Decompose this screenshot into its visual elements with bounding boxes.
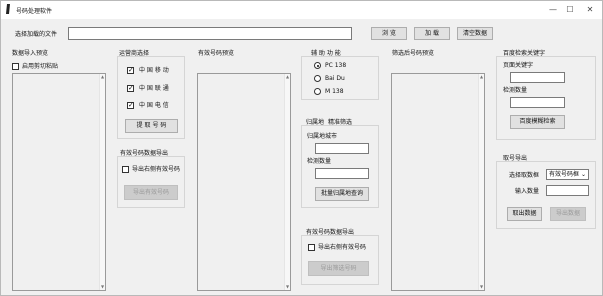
check-icon: ✓ (128, 101, 134, 109)
scroll-down-icon[interactable]: ▼ (100, 284, 105, 290)
source-label: 选择取数框 (509, 172, 540, 179)
carrier-checkbox-mobile[interactable]: ✓ (127, 66, 134, 74)
baidu-keyword-label: 页面关键字 (503, 62, 534, 69)
radio-selected-icon (316, 64, 319, 67)
close-icon[interactable]: ✕ (583, 4, 597, 15)
radio-baidu[interactable] (314, 75, 321, 82)
export-data-button[interactable]: 导出数据 (550, 207, 586, 221)
browse-button[interactable]: 浏 览 (371, 27, 407, 40)
valid-export-group (117, 156, 185, 208)
scroll-up-icon[interactable]: ▲ (100, 74, 105, 80)
file-label: 选择加载的文件 (15, 31, 58, 38)
chevron-down-icon: ⌄ (580, 171, 586, 178)
location-count-input[interactable] (315, 168, 369, 179)
source-select-value: 有效号码框 (549, 171, 580, 178)
import-preview-list[interactable]: ▲ ▼ (12, 73, 106, 291)
import-preview-title: 数据导入预览 (12, 50, 49, 57)
minimize-icon[interactable]: — (546, 4, 560, 15)
radio-label-pc138: PC 138 (325, 62, 347, 69)
valid-export-check-label: 导出右侧有效号码 (132, 166, 181, 173)
radio-label-baidu: Bai Du (325, 75, 345, 82)
city-label: 归属地城市 (307, 133, 338, 140)
city-input[interactable] (315, 143, 369, 154)
carrier-label-mobile: 中 国 移 动 (139, 67, 169, 74)
filter-export-group (301, 235, 379, 285)
take-data-button[interactable]: 取出数据 (507, 207, 542, 221)
scroll-up-icon[interactable]: ▲ (479, 74, 484, 80)
carrier-checkbox-unicom[interactable]: ✓ (127, 84, 134, 92)
file-path-input[interactable] (68, 27, 352, 40)
source-select[interactable]: 有效号码框 ⌄ (546, 169, 589, 180)
radio-label-m138: M 138 (325, 88, 344, 95)
baidu-count-label: 检测数量 (503, 87, 528, 94)
qty-input[interactable] (546, 185, 589, 196)
load-button[interactable]: 加 载 (414, 27, 450, 40)
export-valid-numbers-button[interactable]: 导出有效号码 (124, 185, 178, 200)
window-title: 号码处理软件 (16, 8, 53, 15)
extract-numbers-button[interactable]: 提 取 号 码 (125, 119, 178, 133)
clipboard-checkbox[interactable] (12, 63, 19, 70)
valid-preview-list[interactable]: ▲ ▼ (197, 73, 291, 291)
title-bar: 号码处理软件 — ☐ ✕ (1, 1, 602, 19)
clipboard-label: 启用剪切粘贴 (22, 63, 59, 70)
baidu-count-input[interactable] (510, 97, 565, 108)
qty-label: 输入数量 (515, 188, 540, 195)
clear-data-button[interactable]: 清空数据 (457, 27, 493, 40)
carrier-label-unicom: 中 国 联 通 (139, 85, 169, 92)
filter-export-checkbox[interactable] (308, 244, 315, 251)
scrollbar[interactable]: ▲ ▼ (284, 74, 290, 290)
filtered-preview-list[interactable]: ▲ ▼ (391, 73, 485, 291)
check-icon: ✓ (128, 66, 134, 74)
main-window: 号码处理软件 — ☐ ✕ 选择加载的文件 浏 览 加 载 清空数据 数据导入预览… (0, 0, 603, 296)
scroll-up-icon[interactable]: ▲ (285, 74, 290, 80)
filtered-preview-title: 筛选后号码预览 (392, 50, 435, 57)
baidu-fuzzy-search-button[interactable]: 百度模糊检索 (510, 115, 565, 129)
scroll-down-icon[interactable]: ▼ (285, 284, 290, 290)
valid-export-checkbox[interactable] (122, 166, 129, 173)
maximize-icon[interactable]: ☐ (563, 4, 577, 15)
app-icon (6, 4, 10, 14)
filter-export-check-label: 导出右侧有效号码 (318, 244, 367, 251)
check-icon: ✓ (128, 84, 134, 92)
location-count-label: 检测数量 (307, 158, 332, 165)
batch-location-query-button[interactable]: 批量归属地查询 (315, 187, 369, 201)
radio-pc138[interactable] (314, 62, 321, 69)
scroll-down-icon[interactable]: ▼ (479, 284, 484, 290)
radio-m138[interactable] (314, 88, 321, 95)
scrollbar[interactable]: ▲ ▼ (478, 74, 484, 290)
carrier-checkbox-telecom[interactable]: ✓ (127, 101, 134, 109)
export-filtered-numbers-button[interactable]: 导出筛选号码 (308, 261, 369, 276)
scrollbar[interactable]: ▲ ▼ (99, 74, 105, 290)
carrier-label-telecom: 中 国 电 信 (139, 102, 169, 109)
baidu-keyword-input[interactable] (510, 72, 565, 83)
valid-preview-title: 有效号码预览 (198, 50, 235, 57)
